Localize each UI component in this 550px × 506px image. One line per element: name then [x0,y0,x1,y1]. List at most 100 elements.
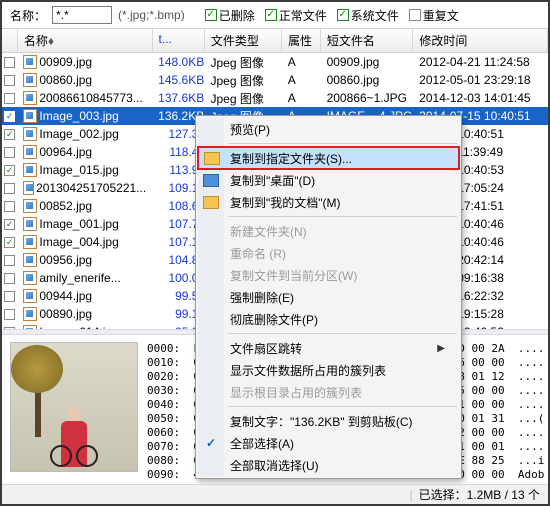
file-date: 2012-04-21 11:24:58 [413,55,548,69]
menu-perm-delete[interactable]: 彻底删除文件(P) [198,308,459,330]
col-name[interactable]: 名称 [24,32,48,49]
file-name: Image_014.jpg [39,325,118,329]
menu-show-clusters[interactable]: 显示文件数据所占用的簇列表 [198,359,459,381]
file-date: 2014-12-03 14:01:45 [413,91,548,105]
file-icon [23,163,37,177]
row-checkbox[interactable] [4,291,15,302]
menu-new-folder: 新建文件夹(N) [198,220,459,242]
folder-icon [204,150,220,166]
file-icon [23,73,37,87]
chk-system[interactable]: ✓系统文件 [337,7,399,24]
submenu-arrow-icon: ▶ [437,343,445,354]
file-name: Image_001.jpg [39,217,118,231]
col-type[interactable]: 文件类型 [205,29,282,52]
file-icon [23,91,37,105]
status-selected: 已选择：1.2MB / 13 个 [419,486,540,503]
col-size[interactable]: t... [153,29,205,52]
menu-force-delete[interactable]: 强制删除(E) [198,286,459,308]
menu-copy-cur-part: 复制文件到当前分区(W) [198,264,459,286]
check-icon: ✓ [203,435,219,451]
menu-show-root-clusters: 显示根目录占用的簇列表 [198,381,459,403]
row-checkbox[interactable]: ✓ [4,327,15,330]
row-checkbox[interactable] [4,147,15,158]
file-name: 00964.jpg [39,145,92,159]
col-date[interactable]: 修改时间 [413,29,548,52]
column-header[interactable]: 名称 ♦ t... 文件类型 属性 短文件名 修改时间 [2,28,548,53]
file-short: 00909.jpg [321,55,414,69]
filter-toolbar: 名称： (*.jpg;*.bmp) ✓已删除 ✓正常文件 ✓系统文件 ✓重复文 [2,2,548,28]
menu-clear-sel[interactable]: 全部取消选择(U) [198,454,459,476]
row-checkbox[interactable]: ✓ [4,129,15,140]
filter-hint: (*.jpg;*.bmp) [118,8,185,22]
file-icon [23,109,37,123]
row-checkbox[interactable] [4,93,15,104]
table-row[interactable]: 00909.jpg148.0KBJpeg 图像A00909.jpg2012-04… [2,53,548,71]
file-name: 00944.jpg [39,289,92,303]
desktop-icon [203,172,219,188]
col-attr[interactable]: 属性 [282,29,321,52]
file-name: 00909.jpg [39,55,92,69]
file-icon [23,145,37,159]
file-type: Jpeg 图像 [204,54,281,71]
chk-deleted[interactable]: ✓已删除 [205,7,255,24]
row-checkbox[interactable] [4,75,15,86]
file-name: 201304251705221... [36,181,146,195]
file-date: 2012-05-01 23:29:18 [413,73,548,87]
file-name: 00890.jpg [39,307,92,321]
menu-select-all[interactable]: ✓全部选择(A) [198,432,459,454]
file-icon [23,289,37,303]
file-name: 00852.jpg [39,199,92,213]
chk-normal[interactable]: ✓正常文件 [265,7,327,24]
file-icon [23,55,37,69]
file-name: Image_003.jpg [39,109,118,123]
menu-rename: 重命名 (R) [198,242,459,264]
file-icon [23,217,37,231]
documents-icon [203,194,219,210]
table-row[interactable]: 00860.jpg145.6KBJpeg 图像A00860.jpg2012-05… [2,71,548,89]
row-checkbox[interactable] [4,309,15,320]
row-checkbox[interactable] [4,255,15,266]
menu-copy-to-desktop[interactable]: 复制到"桌面"(D) [198,169,459,191]
row-checkbox[interactable]: ✓ [4,165,15,176]
row-checkbox[interactable] [4,201,15,212]
file-icon [23,199,37,213]
menu-preview[interactable]: 预览(P) [198,118,459,140]
file-type: Jpeg 图像 [204,90,281,107]
row-checkbox[interactable]: ✓ [4,219,15,230]
file-size: 148.0KB [152,55,204,69]
file-name: 00956.jpg [39,253,92,267]
menu-copy-to-folder[interactable]: 复制到指定文件夹(S)... [198,147,459,169]
table-row[interactable]: 20086610845773...137.6KBJpeg 图像A200866~1… [2,89,548,107]
menu-copy-text[interactable]: 复制文字："136.2KB" 到剪贴板(C) [198,410,459,432]
file-name: 20086610845773... [39,91,142,105]
row-checkbox[interactable] [4,57,15,68]
file-name: 00860.jpg [39,73,92,87]
row-checkbox[interactable]: ✓ [4,111,15,122]
preview-pane [10,342,138,472]
filter-input[interactable] [52,6,112,24]
file-short: 00860.jpg [321,73,414,87]
file-type: Jpeg 图像 [204,72,281,89]
menu-cluster-jump[interactable]: 文件扇区跳转▶ [198,337,459,359]
file-name: Image_015.jpg [39,163,118,177]
status-bar: | 已选择：1.2MB / 13 个 [2,484,548,504]
menu-copy-to-docs[interactable]: 复制到"我的文档"(M) [198,191,459,213]
file-icon [23,307,37,321]
file-icon [23,271,37,285]
file-name: Image_002.jpg [39,127,118,141]
context-menu: 预览(P) 复制到指定文件夹(S)... 复制到"桌面"(D) 复制到"我的文档… [195,115,462,479]
col-short[interactable]: 短文件名 [321,29,414,52]
file-size: 145.6KB [152,73,204,87]
row-checkbox[interactable] [4,273,15,284]
row-checkbox[interactable]: ✓ [4,237,15,248]
file-attr: A [282,55,321,69]
file-icon [23,253,37,267]
row-checkbox[interactable] [4,183,15,194]
chk-repeat[interactable]: ✓重复文 [409,7,459,24]
file-icon [23,127,37,141]
file-icon [23,181,34,195]
file-short: 200866~1.JPG [321,91,414,105]
name-label: 名称： [10,7,46,24]
sort-icon: ♦ [48,34,54,48]
file-icon [23,325,37,329]
